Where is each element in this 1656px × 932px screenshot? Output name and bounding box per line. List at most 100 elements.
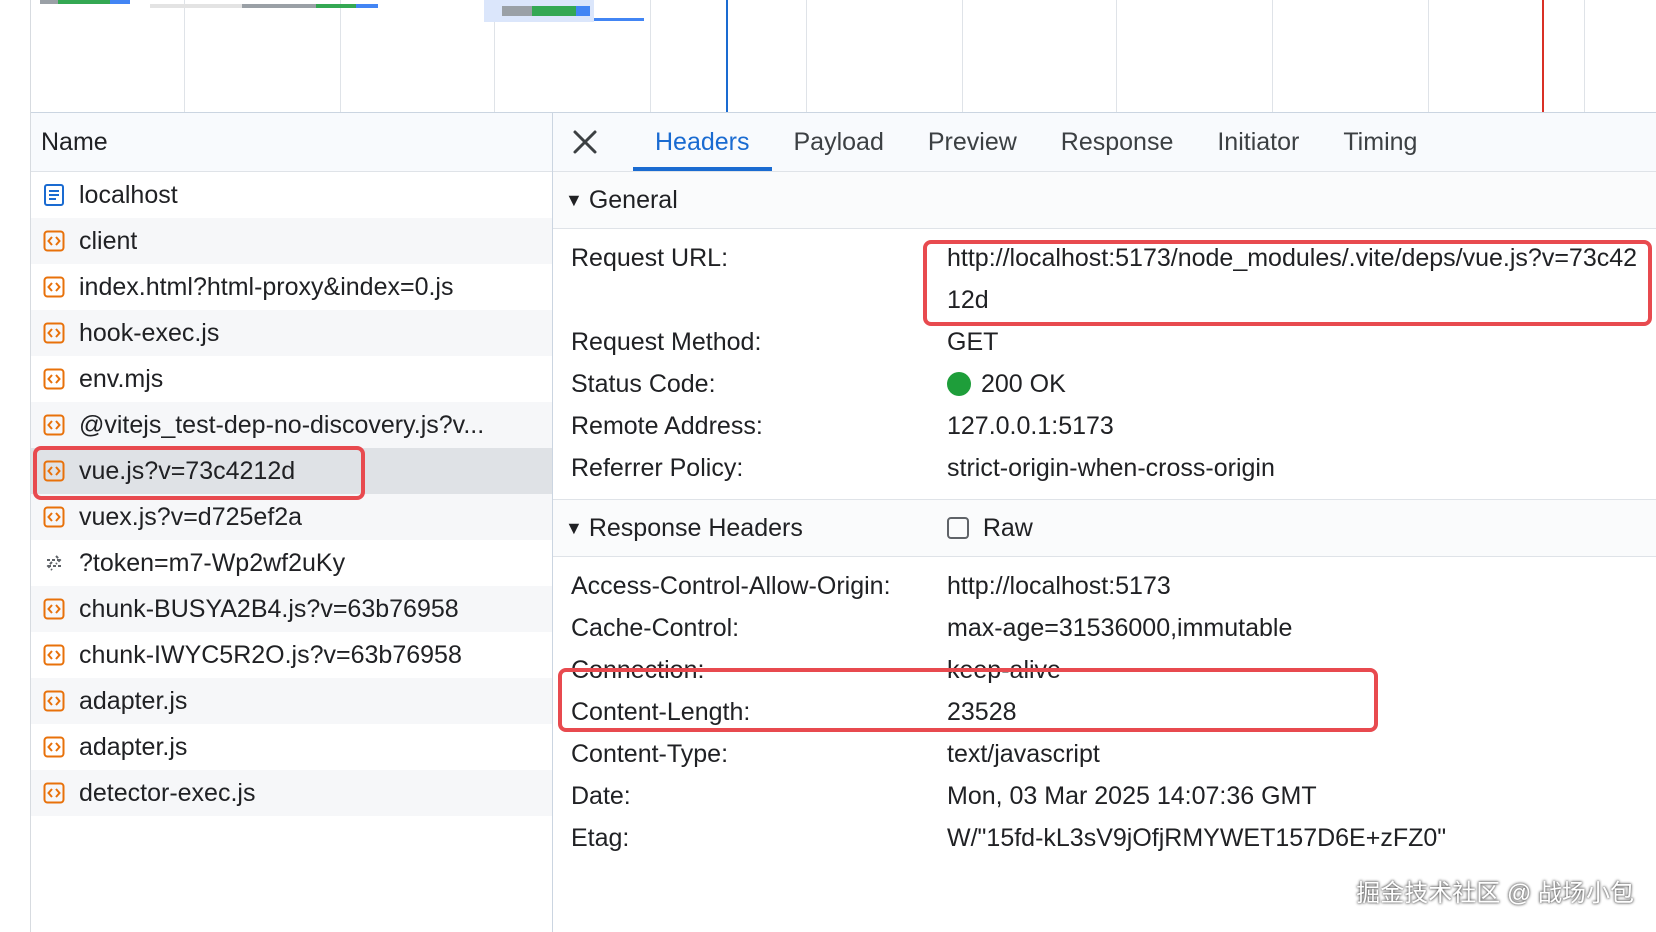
timeline-gridline: [650, 0, 651, 112]
request-name: hook-exec.js: [79, 318, 220, 347]
request-row[interactable]: env.mjs: [31, 356, 552, 402]
request-name: ?token=m7-Wp2wf2uKy: [79, 548, 346, 577]
timeline-gridline: [1272, 0, 1273, 112]
tab-timing[interactable]: Timing: [1321, 113, 1439, 171]
header-name: Content-Length:: [571, 698, 751, 726]
request-row[interactable]: ?token=m7-Wp2wf2uKy: [31, 540, 552, 586]
script-icon: [43, 230, 65, 252]
request-name: localhost: [79, 180, 178, 209]
header-name: Request URL:: [571, 244, 729, 272]
details-tabs: Headers Payload Preview Response Initiator Ti…: [633, 113, 1439, 171]
collapse-triangle-icon: ▼: [565, 189, 583, 210]
status-ok-icon: [947, 372, 971, 396]
request-name: adapter.js: [79, 686, 188, 715]
timeline-bar: [532, 6, 576, 16]
timeline-bar: [58, 0, 110, 4]
header-row: Content-Length: 23528: [553, 691, 1656, 733]
header-row: Connection: keep-alive: [553, 649, 1656, 691]
header-value[interactable]: 127.0.0.1:5173: [947, 405, 1656, 447]
header-name: Remote Address:: [571, 412, 763, 440]
header-value[interactable]: W/"15fd-kL3sV9jOfjRMYWET157D6E+zFZ0": [947, 817, 1656, 859]
request-row[interactable]: localhost: [31, 172, 552, 218]
header-name: Content-Type:: [571, 740, 729, 768]
tab-response[interactable]: Response: [1039, 113, 1196, 171]
script-icon: [43, 368, 65, 390]
request-row[interactable]: chunk-IWYC5R2O.js?v=63b76958: [31, 632, 552, 678]
request-name: vuex.js?v=d725ef2a: [79, 502, 303, 531]
timeline-bar: [594, 18, 644, 21]
raw-checkbox[interactable]: [946, 517, 969, 539]
timeline-bar: [316, 4, 356, 8]
tab-initiator[interactable]: Initiator: [1195, 113, 1321, 171]
header-value[interactable]: 200 OK: [947, 363, 1656, 405]
header-value[interactable]: http://localhost:5173: [947, 565, 1656, 607]
timeline-overview[interactable]: [0, 0, 1656, 113]
script-icon: [43, 598, 65, 620]
header-value[interactable]: strict-origin-when-cross-origin: [947, 447, 1656, 489]
timeline-gridline: [1116, 0, 1117, 112]
timeline-bar: [576, 6, 590, 16]
script-icon: [43, 690, 65, 712]
collapse-triangle-icon: ▼: [565, 517, 583, 538]
header-row: Status Code: 200 OK: [553, 363, 1656, 405]
header-value[interactable]: 23528: [947, 691, 1656, 733]
header-name: Connection:: [571, 656, 705, 684]
timeline-gridline: [806, 0, 807, 112]
timeline-bar: [110, 0, 130, 4]
response-header-rows: Access-Control-Allow-Origin: http://local…: [553, 557, 1656, 859]
request-list-panel: Name localhost client index.html?html-prox…: [31, 113, 553, 932]
request-name: detector-exec.js: [79, 778, 256, 807]
header-row: Cache-Control: max-age=31536000,immutable: [553, 607, 1656, 649]
request-name: client: [79, 226, 138, 255]
timeline-gridline: [184, 0, 185, 112]
tab-headers[interactable]: Headers: [633, 113, 772, 171]
header-row: Request Method: GET: [553, 321, 1656, 363]
timeline-gridline: [962, 0, 963, 112]
header-value[interactable]: text/javascript: [947, 733, 1656, 775]
header-value[interactable]: http://localhost:5173/node_modules/.vite…: [947, 237, 1656, 321]
header-value[interactable]: GET: [947, 321, 1656, 363]
request-name: chunk-BUSYA2B4.js?v=63b76958: [79, 594, 459, 623]
response-headers-section-header[interactable]: ▼ Response Headers Raw: [553, 500, 1656, 557]
request-details-panel: Headers Payload Preview Response Initiator Ti…: [553, 113, 1656, 932]
document-icon: [43, 184, 65, 206]
load-event-marker: [1542, 0, 1544, 112]
timeline-bar: [150, 4, 242, 8]
header-value[interactable]: keep-alive: [947, 649, 1656, 691]
request-row[interactable]: adapter.js: [31, 724, 552, 770]
header-row: Access-Control-Allow-Origin: http://local…: [553, 565, 1656, 607]
tab-preview[interactable]: Preview: [906, 113, 1039, 171]
header-row: Request URL: http://localhost:5173/node_m…: [553, 237, 1656, 321]
general-section-title: General: [588, 185, 678, 214]
response-headers-title: Response Headers: [588, 513, 803, 542]
request-row[interactable]: chunk-BUSYA2B4.js?v=63b76958: [31, 586, 552, 632]
script-icon: [43, 736, 65, 758]
header-value[interactable]: max-age=31536000,immutable: [947, 607, 1656, 649]
request-row[interactable]: client: [31, 218, 552, 264]
close-icon: [573, 130, 597, 154]
script-icon: [43, 782, 65, 804]
request-row[interactable]: detector-exec.js: [31, 770, 552, 816]
request-row[interactable]: index.html?html-proxy&index=0.js: [31, 264, 552, 310]
sidebar-edge: [0, 0, 31, 932]
request-row[interactable]: adapter.js: [31, 678, 552, 724]
general-section-header[interactable]: ▼ General: [553, 172, 1656, 229]
timeline-bar: [356, 4, 378, 8]
request-name: env.mjs: [79, 364, 164, 393]
request-row[interactable]: vuex.js?v=d725ef2a: [31, 494, 552, 540]
close-details-button[interactable]: [561, 113, 609, 171]
request-row[interactable]: hook-exec.js: [31, 310, 552, 356]
script-icon: [43, 644, 65, 666]
header-value[interactable]: Mon, 03 Mar 2025 14:07:36 GMT: [947, 775, 1656, 817]
header-row: Date: Mon, 03 Mar 2025 14:07:36 GMT: [553, 775, 1656, 817]
request-row[interactable]: @vitejs_test-dep-no-discovery.js?v...: [31, 402, 552, 448]
status-text: 200 OK: [981, 370, 1066, 398]
request-row[interactable]: vue.js?v=73c4212d: [31, 448, 552, 494]
header-name: Referrer Policy:: [571, 454, 744, 482]
timeline-gridline: [1428, 0, 1429, 112]
timeline-bar: [502, 6, 532, 16]
name-column-header[interactable]: Name: [31, 113, 552, 172]
general-rows: Request URL: http://localhost:5173/node_m…: [553, 229, 1656, 500]
tab-payload[interactable]: Payload: [772, 113, 906, 171]
header-name: Access-Control-Allow-Origin:: [571, 572, 891, 600]
